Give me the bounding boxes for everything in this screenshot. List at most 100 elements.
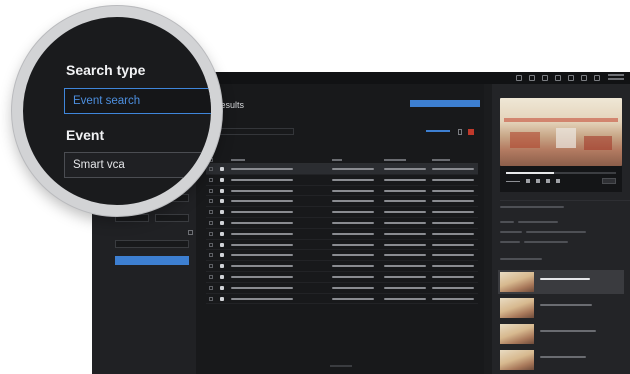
grid-icon[interactable] [555, 75, 561, 81]
row-checkbox[interactable] [209, 242, 213, 247]
video-timeline[interactable] [506, 172, 616, 174]
cell-time [332, 178, 374, 181]
results-panel: 0 results [196, 84, 484, 374]
video-scene-display [556, 128, 576, 148]
forward-icon[interactable] [546, 179, 550, 183]
table-row[interactable] [206, 294, 478, 305]
user-role-line [608, 78, 624, 80]
snapshot-caption [540, 278, 590, 280]
cell-type [432, 232, 474, 235]
event-icon [220, 188, 224, 193]
row-checkbox[interactable] [209, 231, 213, 236]
magnifier-callout: Search type Event search Event Smart vca [12, 6, 222, 216]
cell-name [231, 211, 293, 214]
playback-buttons [526, 179, 560, 183]
event-select[interactable]: Smart vca [64, 152, 211, 178]
bell-icon[interactable] [568, 75, 574, 81]
snapshot-item[interactable] [498, 348, 624, 372]
event-icon [220, 167, 224, 171]
magnifier-content: Search type Event search Event Smart vca [23, 17, 211, 205]
table-row[interactable] [206, 186, 478, 197]
cell-trigger [384, 286, 426, 289]
snapshot-caption [540, 330, 596, 332]
video-preview[interactable] [500, 98, 622, 166]
filter-option-checkbox[interactable] [188, 230, 193, 235]
table-row[interactable] [206, 218, 478, 229]
table-row[interactable] [206, 196, 478, 208]
camera-icon[interactable] [516, 75, 522, 81]
cell-trigger [384, 221, 426, 224]
cell-name [231, 286, 293, 289]
detail-value-1 [518, 221, 558, 223]
play-icon[interactable] [536, 179, 540, 183]
help-icon[interactable] [594, 75, 600, 81]
cell-time [332, 297, 374, 300]
cell-trigger [384, 275, 426, 278]
sort-control[interactable] [426, 129, 450, 133]
table-row[interactable] [206, 261, 478, 272]
snapshot-item[interactable] [498, 322, 624, 346]
snapshot-item[interactable] [498, 270, 624, 294]
filter-date-to[interactable] [155, 214, 189, 222]
table-row[interactable] [206, 250, 478, 262]
table-row[interactable] [206, 283, 478, 294]
search-type-value: Event search [73, 95, 141, 107]
row-checkbox[interactable] [209, 264, 213, 269]
volume-slider[interactable] [506, 181, 520, 182]
column-header-time[interactable] [332, 159, 342, 161]
table-body [206, 164, 478, 305]
snapshot-thumbnail [500, 350, 534, 370]
layout-icon[interactable] [529, 75, 535, 81]
event-label: Event [66, 127, 105, 143]
search-button[interactable] [115, 256, 189, 265]
table-row[interactable] [206, 164, 478, 175]
row-checkbox[interactable] [209, 220, 213, 225]
rewind-icon[interactable] [526, 179, 530, 183]
cell-type [432, 200, 474, 203]
search-icon[interactable] [542, 75, 548, 81]
snapshot-icon[interactable] [556, 179, 560, 183]
table-row[interactable] [206, 229, 478, 240]
detail-value-2 [526, 231, 586, 233]
detail-key-1 [500, 221, 514, 223]
row-checkbox[interactable] [209, 285, 213, 290]
table-row[interactable] [206, 240, 478, 251]
cell-type [432, 189, 474, 192]
row-checkbox[interactable] [209, 296, 213, 301]
cell-time [332, 168, 374, 170]
cell-name [231, 189, 293, 192]
fullscreen-button[interactable] [602, 178, 616, 184]
cell-name [231, 297, 293, 300]
pagination[interactable] [206, 364, 478, 368]
row-checkbox[interactable] [209, 253, 213, 258]
search-type-label: Search type [66, 62, 146, 78]
column-header-type[interactable] [432, 159, 450, 161]
table-row[interactable] [206, 175, 478, 186]
cell-trigger [384, 211, 426, 214]
columns-icon[interactable] [458, 129, 462, 135]
filter-field-object[interactable] [115, 240, 189, 248]
export-button[interactable] [410, 100, 480, 107]
alert-icon[interactable] [468, 129, 474, 135]
table-row[interactable] [206, 272, 478, 283]
detail-key-3 [500, 241, 520, 243]
user-menu[interactable] [608, 74, 624, 82]
table-row[interactable] [206, 207, 478, 218]
cell-time [332, 211, 374, 214]
snapshot-item[interactable] [498, 296, 624, 320]
cell-name [231, 254, 293, 257]
column-header-trigger[interactable] [384, 159, 406, 161]
column-header-name[interactable] [231, 159, 245, 161]
cell-name [231, 232, 293, 235]
event-icon [220, 231, 224, 236]
results-filter-input[interactable] [216, 128, 294, 135]
row-checkbox[interactable] [209, 274, 213, 279]
cell-type [432, 297, 474, 300]
snapshot-thumbnail [500, 324, 534, 344]
settings-icon[interactable] [581, 75, 587, 81]
cell-trigger [384, 178, 426, 181]
cell-trigger [384, 168, 426, 170]
search-type-select[interactable]: Event search [64, 88, 211, 114]
cell-name [231, 265, 293, 268]
row-checkbox[interactable] [209, 210, 213, 215]
